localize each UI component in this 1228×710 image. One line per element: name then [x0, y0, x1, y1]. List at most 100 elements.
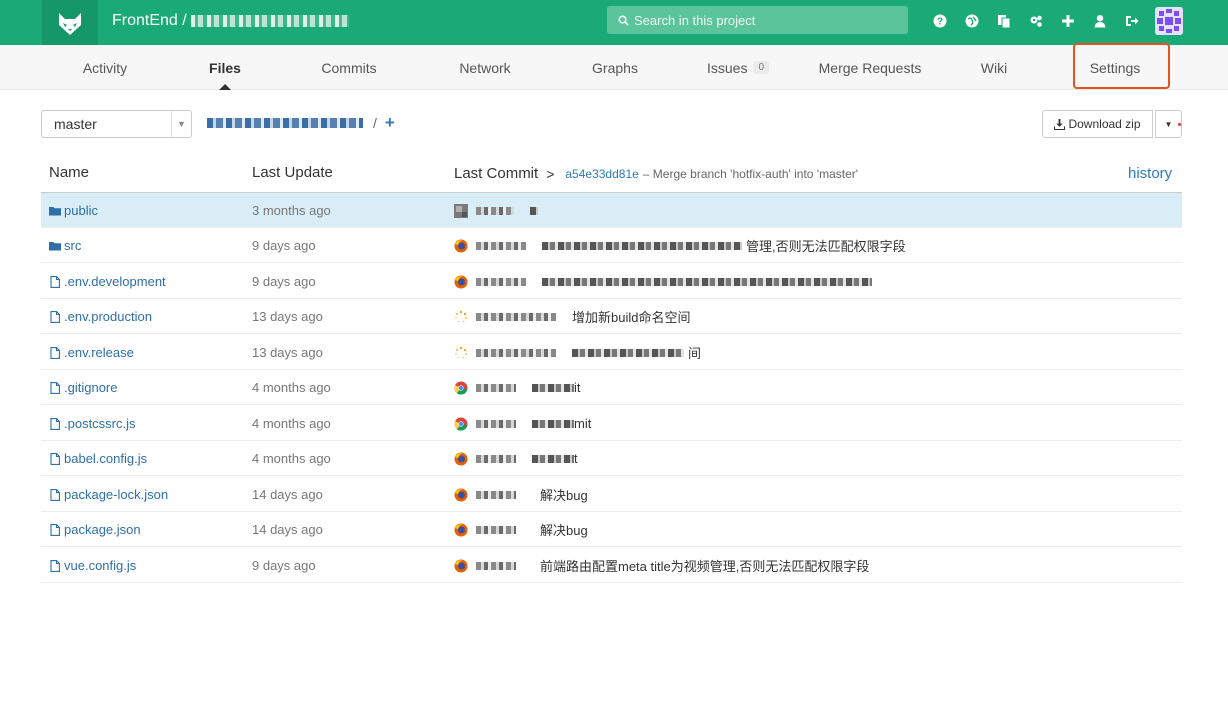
commit-message: mit	[574, 416, 592, 431]
file-name-link[interactable]: .postcssrc.js	[49, 406, 136, 441]
file-name-link[interactable]: .env.release	[49, 335, 134, 370]
last-commit-message: – Merge branch 'hotfix-auth' into 'maste…	[642, 166, 859, 181]
redacted-commit-message	[532, 383, 574, 392]
column-last-update: Last Update	[252, 164, 333, 181]
table-row[interactable]: .env.development 9 days ago	[41, 264, 1182, 299]
file-icon	[50, 488, 60, 501]
tab-label: Issues	[706, 59, 748, 76]
file-name-link[interactable]: package-lock.json	[49, 477, 168, 512]
file-name-link[interactable]: src	[49, 228, 81, 263]
tab-issues[interactable]: Issues 0	[706, 45, 770, 90]
last-commit: 管理,否则无法匹配权限字段	[454, 228, 906, 263]
folder-icon	[49, 206, 61, 215]
cogs-icon[interactable]	[1020, 11, 1052, 31]
chevron-right-icon: >	[546, 165, 555, 182]
last-update: 14 days ago	[252, 522, 323, 537]
tab-wiki[interactable]: Wiki	[981, 45, 1007, 90]
tab-files[interactable]: Files	[209, 45, 241, 90]
tab-label: Files	[209, 59, 241, 76]
file-icon	[50, 381, 60, 394]
help-icon[interactable]: ?	[924, 11, 956, 31]
last-update: 9 days ago	[252, 558, 316, 573]
table-row[interactable]: src 9 days ago 管理,否则无法匹配权限字段	[41, 228, 1182, 263]
download-icon	[1054, 118, 1066, 130]
table-row[interactable]: .postcssrc.js 4 months ago mit	[41, 406, 1182, 441]
table-row[interactable]: .env.production 13 days ago 增加新build命名空间	[41, 299, 1182, 334]
last-update: 4 months ago	[252, 380, 331, 395]
folder-icon	[49, 241, 61, 250]
project-title[interactable]: FrontEnd /	[112, 11, 349, 31]
file-name-link[interactable]: babel.config.js	[49, 441, 147, 476]
history-link[interactable]: history	[1128, 165, 1172, 182]
last-update: 9 days ago	[252, 274, 316, 289]
last-commit	[454, 193, 542, 228]
last-update: 4 months ago	[252, 451, 331, 466]
last-commit: 解决bug	[454, 512, 588, 547]
tab-graphs[interactable]: Graphs	[592, 45, 638, 90]
search-icon	[618, 15, 629, 26]
breadcrumb-separator: /	[373, 115, 377, 131]
redacted-author	[476, 419, 516, 428]
file-name: package-lock.json	[64, 487, 169, 502]
search-box[interactable]	[607, 6, 908, 34]
table-row[interactable]: package.json 14 days ago 解决bug	[41, 512, 1182, 547]
tab-label: Activity	[82, 59, 128, 76]
fox-logo-icon	[59, 12, 81, 35]
commit-message: 前端路由配置meta title为视频管理,否则无法匹配权限字段	[540, 559, 870, 574]
redacted-author	[476, 348, 556, 357]
tab-commits[interactable]: Commits	[321, 45, 376, 90]
file-name-link[interactable]: package.json	[49, 512, 141, 547]
commit-message: 解决bug	[540, 523, 588, 538]
sign-out-icon[interactable]	[1116, 11, 1148, 31]
file-name-link[interactable]: .env.production	[49, 299, 152, 334]
file-icon	[50, 452, 60, 465]
file-icon	[50, 310, 60, 323]
table-row[interactable]: .env.release 13 days ago 间	[41, 335, 1182, 370]
column-name: Name	[49, 164, 90, 181]
table-row[interactable]: public 3 months ago	[41, 193, 1182, 228]
redacted-repo-path[interactable]	[207, 118, 363, 128]
file-name-link[interactable]: vue.config.js	[49, 548, 136, 583]
gitlab-logo[interactable]	[42, 0, 98, 45]
table-row[interactable]: package-lock.json 14 days ago 解决bug	[41, 477, 1182, 512]
table-row[interactable]: vue.config.js 9 days ago 前端路由配置meta titl…	[41, 548, 1182, 583]
user-icon[interactable]	[1084, 11, 1116, 31]
redacted-commit-message	[532, 419, 574, 428]
table-row[interactable]: babel.config.js 4 months ago t	[41, 441, 1182, 476]
add-file-button[interactable]: +	[385, 114, 395, 131]
tab-merge-requests[interactable]: Merge Requests	[819, 45, 922, 90]
file-icon	[50, 346, 60, 359]
file-name-link[interactable]: public	[49, 193, 98, 228]
tab-activity[interactable]: Activity	[83, 45, 127, 90]
branch-select[interactable]: master ▼	[41, 110, 192, 138]
file-name: src	[64, 238, 82, 253]
project-group: FrontEnd /	[112, 12, 187, 29]
firefox-avatar-icon	[454, 488, 468, 501]
author-avatar-icon	[454, 203, 468, 218]
commit-message: t	[574, 451, 578, 466]
last-commit-sha[interactable]: a54e33dd81e	[565, 167, 638, 181]
download-zip-button[interactable]: Download zip	[1042, 110, 1153, 138]
globe-icon[interactable]	[956, 11, 988, 31]
top-header: FrontEnd / ?	[0, 0, 1228, 45]
file-name: .gitignore	[64, 380, 118, 395]
redacted-author	[476, 206, 514, 215]
last-update: 14 days ago	[252, 487, 323, 502]
redacted-commit-message	[530, 206, 538, 215]
file-name-link[interactable]: .env.development	[49, 264, 166, 299]
search-input[interactable]	[634, 12, 904, 28]
last-commit: it	[454, 370, 581, 405]
last-commit: mit	[454, 406, 591, 441]
user-avatar[interactable]	[1155, 7, 1183, 35]
copy-icon[interactable]	[988, 11, 1020, 31]
last-commit: 间	[454, 335, 701, 370]
file-name-link[interactable]: .gitignore	[49, 370, 117, 405]
tab-network[interactable]: Network	[459, 45, 510, 90]
branch-value: master	[54, 116, 97, 132]
plus-icon[interactable]	[1052, 11, 1084, 31]
last-commit: t	[454, 441, 578, 476]
table-row[interactable]: .gitignore 4 months ago it	[41, 370, 1182, 405]
commit-message: 解决bug	[540, 488, 588, 503]
firefox-avatar-icon	[454, 559, 468, 572]
caret-down-icon: ▼	[171, 111, 191, 137]
